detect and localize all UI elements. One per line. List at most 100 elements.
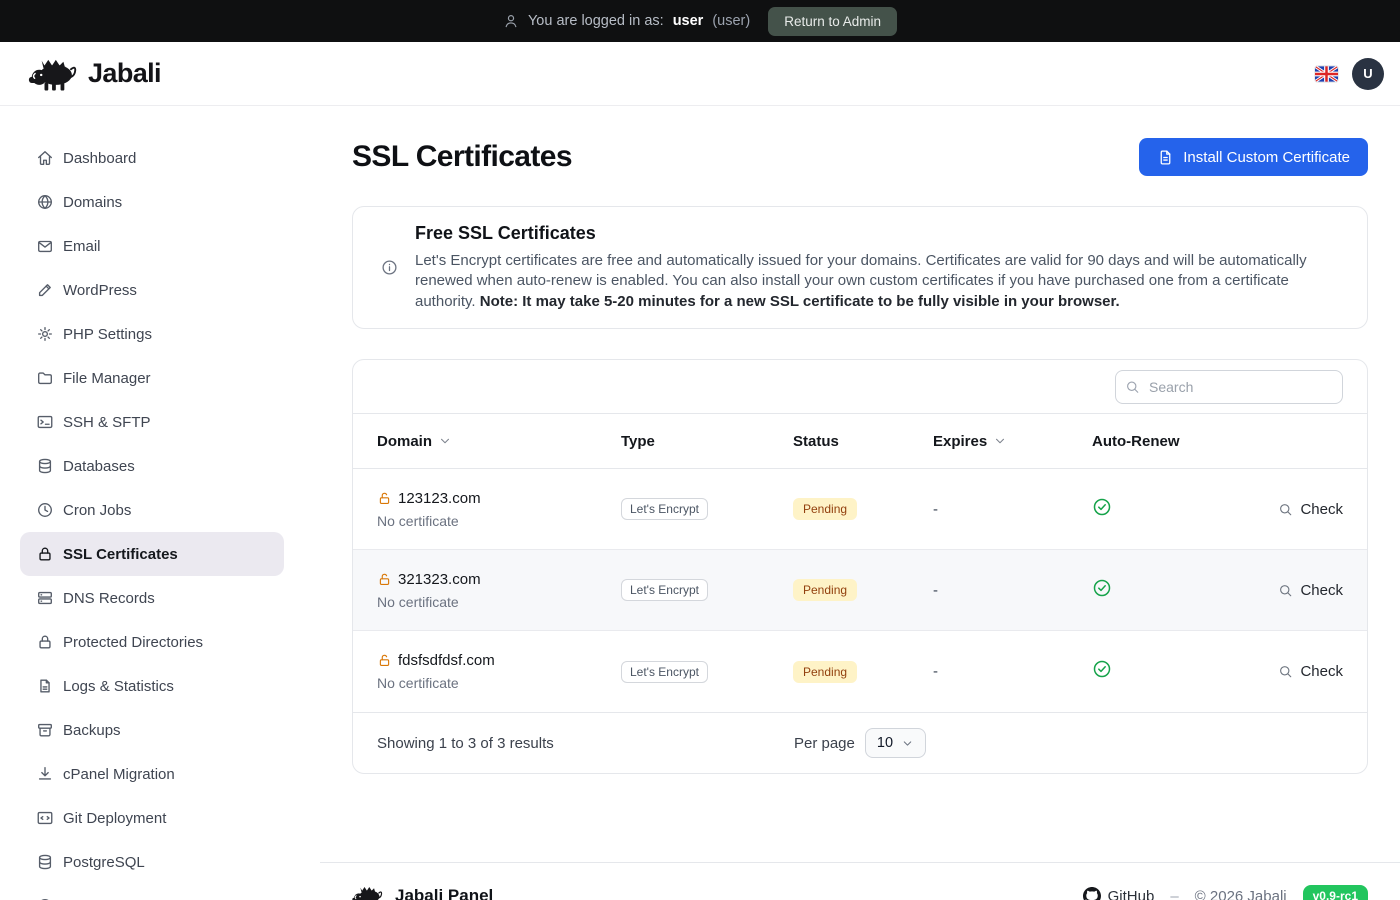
- footer-separator: –: [1170, 888, 1178, 900]
- sidebar-item-logs-statistics[interactable]: Logs & Statistics: [20, 664, 284, 708]
- results-summary: Showing 1 to 3 of 3 results: [377, 735, 794, 752]
- database-icon: [36, 853, 54, 871]
- main-content: SSL Certificates Install Custom Certific…: [320, 106, 1400, 900]
- impersonation-banner: You are logged in as: user (user) Return…: [0, 0, 1400, 42]
- sidebar-item-dns-records[interactable]: DNS Records: [20, 576, 284, 620]
- column-header-status: Status: [793, 433, 933, 450]
- certificate-status-text: No certificate: [377, 594, 621, 610]
- pencil-icon: [36, 281, 54, 299]
- github-icon: [1083, 887, 1101, 900]
- info-box-body: Let's Encrypt certificates are free and …: [415, 251, 1339, 312]
- per-page-value: 10: [877, 735, 893, 751]
- logged-in-username: user: [673, 13, 704, 29]
- certificate-status-text: No certificate: [377, 675, 621, 691]
- sidebar-item-protected-directories[interactable]: Protected Directories: [20, 620, 284, 664]
- language-flag-icon[interactable]: [1315, 66, 1338, 82]
- mail-icon: [36, 237, 54, 255]
- sidebar-item-postgresql[interactable]: PostgreSQL: [20, 840, 284, 884]
- globe-icon: [36, 193, 54, 211]
- magnifier-icon: [1278, 583, 1293, 598]
- sidebar-item-databases[interactable]: Databases: [20, 444, 284, 488]
- domain-name: 123123.com: [398, 490, 481, 507]
- doc-chart-icon: [36, 677, 54, 695]
- sidebar-item-dashboard[interactable]: Dashboard: [20, 136, 284, 180]
- server-icon: [36, 589, 54, 607]
- download-icon: [36, 765, 54, 783]
- per-page-label: Per page: [794, 735, 855, 752]
- column-header-type: Type: [621, 433, 793, 450]
- search-input[interactable]: [1115, 370, 1343, 404]
- per-page-select[interactable]: 10: [865, 728, 926, 758]
- table-body: 123123.com No certificate Let's Encrypt …: [353, 469, 1367, 713]
- github-link[interactable]: GitHub: [1083, 887, 1155, 900]
- return-to-admin-button[interactable]: Return to Admin: [768, 7, 897, 36]
- sidebar-item-partial[interactable]: [20, 884, 284, 900]
- unlock-icon: [377, 653, 392, 668]
- terminal-icon: [36, 413, 54, 431]
- auto-renew-check-icon: [1092, 578, 1112, 598]
- footer-brand-name: Jabali Panel: [395, 886, 493, 900]
- sidebar-item-wordpress[interactable]: WordPress: [20, 268, 284, 312]
- sidebar-item-php-settings[interactable]: PHP Settings: [20, 312, 284, 356]
- certificate-icon: [1157, 149, 1174, 166]
- brand-home-link[interactable]: Jabali: [28, 57, 161, 91]
- sidebar-item-ssl-certificates[interactable]: SSL Certificates: [20, 532, 284, 576]
- lock-icon: [36, 545, 54, 563]
- sidebar-item-cpanel-migration[interactable]: cPanel Migration: [20, 752, 284, 796]
- sidebar-item-cron-jobs[interactable]: Cron Jobs: [20, 488, 284, 532]
- check-certificate-button[interactable]: Check: [1278, 582, 1343, 599]
- gear-icon: [36, 325, 54, 343]
- table-row: fdsfsdfdsf.com No certificate Let's Encr…: [353, 631, 1367, 712]
- table-row: 123123.com No certificate Let's Encrypt …: [353, 469, 1367, 550]
- expires-value: -: [933, 663, 1092, 680]
- certificates-table: Domain Type Status Expires Auto-Renew: [352, 359, 1368, 774]
- type-badge: Let's Encrypt: [621, 579, 708, 601]
- magnifier-icon: [1278, 664, 1293, 679]
- sidebar-item-ssh-sftp[interactable]: SSH & SFTP: [20, 400, 284, 444]
- footer-brand: Jabali Panel: [352, 885, 493, 900]
- jabali-logo-icon: [352, 885, 383, 900]
- magnifier-icon: [1278, 502, 1293, 517]
- install-custom-certificate-button[interactable]: Install Custom Certificate: [1139, 138, 1368, 176]
- clock-icon: [36, 501, 54, 519]
- logged-in-role: (user): [712, 13, 750, 29]
- auto-renew-check-icon: [1092, 497, 1112, 517]
- sidebar-item-file-manager[interactable]: File Manager: [20, 356, 284, 400]
- lock-icon: [36, 633, 54, 651]
- folder-icon: [36, 369, 54, 387]
- check-label: Check: [1300, 582, 1343, 599]
- database-icon: [36, 457, 54, 475]
- table-footer: Showing 1 to 3 of 3 results Per page 10: [353, 713, 1367, 773]
- app-header: Jabali U: [0, 42, 1400, 106]
- column-header-auto-renew: Auto-Renew: [1092, 433, 1252, 450]
- sidebar-item-git-deployment[interactable]: Git Deployment: [20, 796, 284, 840]
- chevron-down-icon: [901, 737, 914, 750]
- sort-chevron-icon: [993, 434, 1007, 448]
- info-box-title: Free SSL Certificates: [415, 223, 1339, 244]
- table-row: 321323.com No certificate Let's Encrypt …: [353, 550, 1367, 631]
- sidebar-item-domains[interactable]: Domains: [20, 180, 284, 224]
- check-certificate-button[interactable]: Check: [1278, 501, 1343, 518]
- info-icon: [381, 259, 398, 276]
- certificate-status-text: No certificate: [377, 513, 621, 529]
- unlock-icon: [377, 491, 392, 506]
- page-title: SSL Certificates: [352, 140, 572, 174]
- status-badge: Pending: [793, 498, 857, 520]
- auto-renew-check-icon: [1092, 659, 1112, 679]
- column-header-domain[interactable]: Domain: [377, 433, 621, 450]
- free-ssl-info-box: Free SSL Certificates Let's Encrypt cert…: [352, 206, 1368, 329]
- sidebar-item-email[interactable]: Email: [20, 224, 284, 268]
- status-badge: Pending: [793, 579, 857, 601]
- column-header-expires[interactable]: Expires: [933, 433, 1092, 450]
- logged-in-message: You are logged in as: user (user): [503, 13, 750, 29]
- type-badge: Let's Encrypt: [621, 661, 708, 683]
- sidebar-item-backups[interactable]: Backups: [20, 708, 284, 752]
- info-box-note: Note: It may take 5-20 minutes for a new…: [480, 293, 1120, 310]
- install-button-label: Install Custom Certificate: [1183, 149, 1350, 166]
- search-box: [1115, 370, 1343, 404]
- check-certificate-button[interactable]: Check: [1278, 663, 1343, 680]
- archive-icon: [36, 721, 54, 739]
- domain-name: fdsfsdfdsf.com: [398, 652, 495, 669]
- code-icon: [36, 809, 54, 827]
- user-avatar[interactable]: U: [1352, 58, 1384, 90]
